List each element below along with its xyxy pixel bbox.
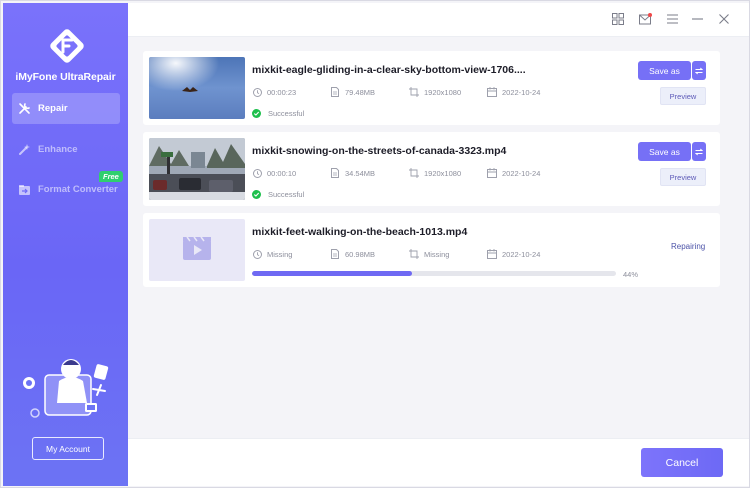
close-icon[interactable] (717, 12, 731, 26)
status: Successful (252, 190, 304, 199)
file-card-2: mixkit-snowing-on-the-streets-of-canada-… (143, 132, 720, 206)
grid-icon[interactable] (611, 12, 625, 26)
menu-icon[interactable] (665, 12, 679, 26)
file-name: mixkit-eagle-gliding-in-a-clear-sky-bott… (252, 64, 526, 76)
minimize-icon[interactable] (690, 12, 704, 26)
app-name: iMyFone UltraRepair (15, 71, 116, 83)
calendar-icon (487, 87, 497, 97)
resolution: 1920x1080 (409, 168, 461, 178)
sidebar-item-label: Enhance (38, 144, 78, 155)
calendar-icon (487, 249, 497, 259)
video-thumbnail (149, 138, 245, 200)
bottom-bar: Cancel (128, 438, 749, 486)
sidebar: iMyFone UltraRepair Repair Enhance Forma… (3, 3, 128, 486)
clock-icon (252, 87, 262, 97)
duration: Missing (252, 249, 292, 259)
clock-icon (252, 249, 262, 259)
date: 2022-10-24 (487, 168, 540, 178)
free-badge: Free (99, 171, 123, 182)
cancel-button[interactable]: Cancel (641, 448, 723, 477)
repair-illustration (19, 355, 113, 425)
file-size: 79.48MB (330, 87, 375, 97)
file-card-1: mixkit-eagle-gliding-in-a-clear-sky-bott… (143, 51, 720, 125)
file-card-3: mixkit-feet-walking-on-the-beach-1013.mp… (143, 213, 720, 287)
repairing-status: Repairing (671, 242, 706, 251)
mail-icon[interactable] (638, 12, 652, 26)
title-bar (128, 3, 749, 37)
check-icon (252, 190, 261, 199)
sidebar-item-repair[interactable]: Repair (12, 93, 120, 124)
date: 2022-10-24 (487, 249, 540, 259)
file-size: 34.54MB (330, 168, 375, 178)
status: Successful (252, 109, 304, 118)
file-name: mixkit-feet-walking-on-the-beach-1013.mp… (252, 226, 468, 238)
save-as-button[interactable]: Save as (638, 61, 691, 80)
resolution: Missing (409, 249, 449, 259)
resolution-icon (409, 249, 419, 259)
repair-progress-bar (252, 271, 616, 276)
my-account-button[interactable]: My Account (32, 437, 104, 460)
file-icon (330, 87, 340, 97)
preview-button[interactable]: Preview (660, 87, 706, 105)
check-icon (252, 109, 261, 118)
repair-progress-fill (252, 271, 413, 276)
calendar-icon (487, 168, 497, 178)
sidebar-item-label: Repair (38, 103, 68, 114)
preview-button[interactable]: Preview (660, 168, 706, 186)
save-as-button[interactable]: Save as (638, 142, 691, 161)
magic-wand-icon (17, 143, 31, 157)
swap-icon[interactable] (692, 142, 706, 161)
resolution-icon (409, 87, 419, 97)
converter-icon (17, 183, 31, 197)
duration: 00:00:10 (252, 168, 296, 178)
file-size: 60.98MB (330, 249, 375, 259)
app-window: iMyFone UltraRepair Repair Enhance Forma… (0, 0, 750, 488)
date: 2022-10-24 (487, 87, 540, 97)
file-name: mixkit-snowing-on-the-streets-of-canada-… (252, 145, 507, 157)
repair-progress-percent: 44% (623, 270, 639, 279)
duration: 00:00:23 (252, 87, 296, 97)
swap-icon[interactable] (692, 61, 706, 80)
file-icon (330, 249, 340, 259)
resolution-icon (409, 168, 419, 178)
app-logo-icon (46, 25, 88, 67)
file-icon (330, 168, 340, 178)
video-placeholder-icon (183, 236, 211, 260)
repair-tools-icon (17, 102, 31, 116)
sidebar-item-enhance[interactable]: Enhance (12, 134, 120, 165)
video-placeholder-thumbnail (149, 219, 245, 281)
clock-icon (252, 168, 262, 178)
sidebar-item-label: Format Converter (38, 184, 118, 195)
video-thumbnail (149, 57, 245, 119)
resolution: 1920x1080 (409, 87, 461, 97)
